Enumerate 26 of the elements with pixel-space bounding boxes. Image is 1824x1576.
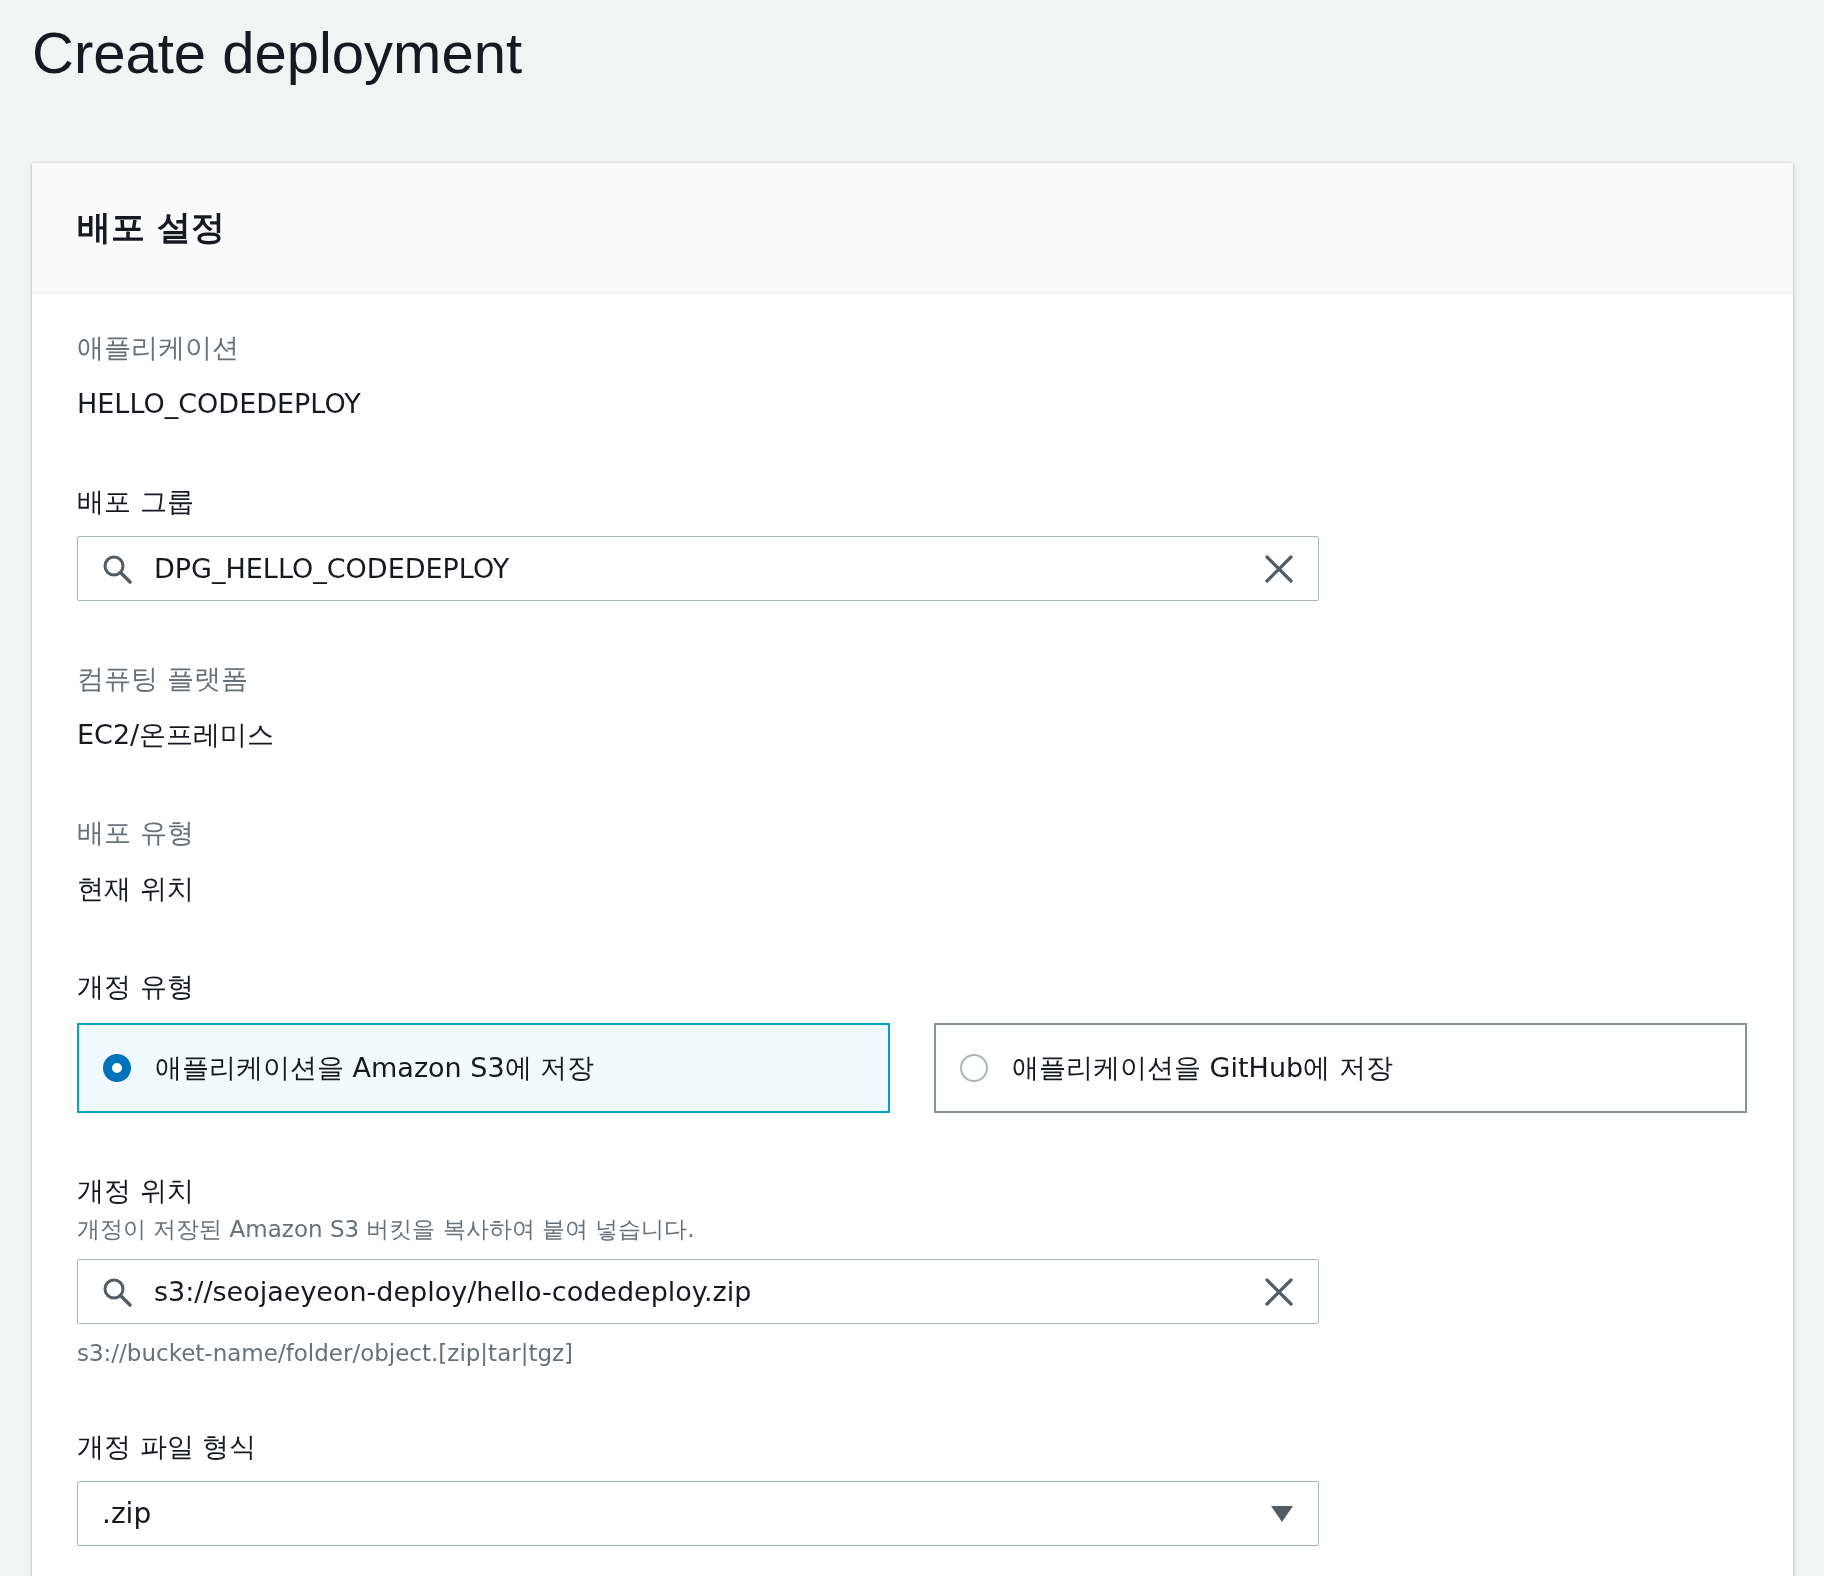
- search-icon: [102, 553, 132, 584]
- field-label: 애플리케이션: [77, 331, 239, 365]
- field-label: 컴퓨팅 플랫폼: [77, 662, 248, 696]
- field-label: 개정 파일 형식: [77, 1430, 257, 1464]
- search-icon: [102, 1276, 132, 1307]
- field-value: HELLO_CODEDEPLOY: [77, 387, 361, 421]
- field-label: 배포 그룹: [77, 485, 194, 519]
- radio-button[interactable]: [960, 1054, 988, 1082]
- field-hint: s3://bucket-name/folder/object.[zip|tar|tgz]: [77, 1339, 574, 1368]
- radio-option[interactable]: 애플리케이션을 GitHub에 저장: [934, 1023, 1747, 1113]
- field-label: 개정 위치: [77, 1174, 194, 1208]
- radio-option[interactable]: 애플리케이션을 Amazon S3에 저장: [77, 1023, 890, 1113]
- field-value: 현재 위치: [77, 872, 194, 906]
- caret-icon: [1270, 1504, 1294, 1523]
- field-label: 개정 유형: [77, 970, 194, 1004]
- field-label: 배포 유형: [77, 816, 194, 850]
- panel-title: 배포 설정: [77, 205, 225, 249]
- select-dropdown[interactable]: .zip: [77, 1481, 1319, 1546]
- page-title: Create deployment: [32, 19, 524, 87]
- clear-icon[interactable]: [1264, 553, 1294, 584]
- search-field[interactable]: s3://seojaeyeon-deploy/hello-codedeploy.zip: [77, 1259, 1319, 1324]
- field-description: 개정이 저장된 Amazon S3 버킷을 복사하여 붙여 넣습니다.: [77, 1215, 695, 1244]
- radio-button[interactable]: [103, 1054, 131, 1082]
- search-field[interactable]: DPG_HELLO_CODEDEPLOY: [77, 536, 1319, 601]
- clear-icon[interactable]: [1264, 1276, 1294, 1307]
- field-value: EC2/온프레미스: [77, 718, 275, 752]
